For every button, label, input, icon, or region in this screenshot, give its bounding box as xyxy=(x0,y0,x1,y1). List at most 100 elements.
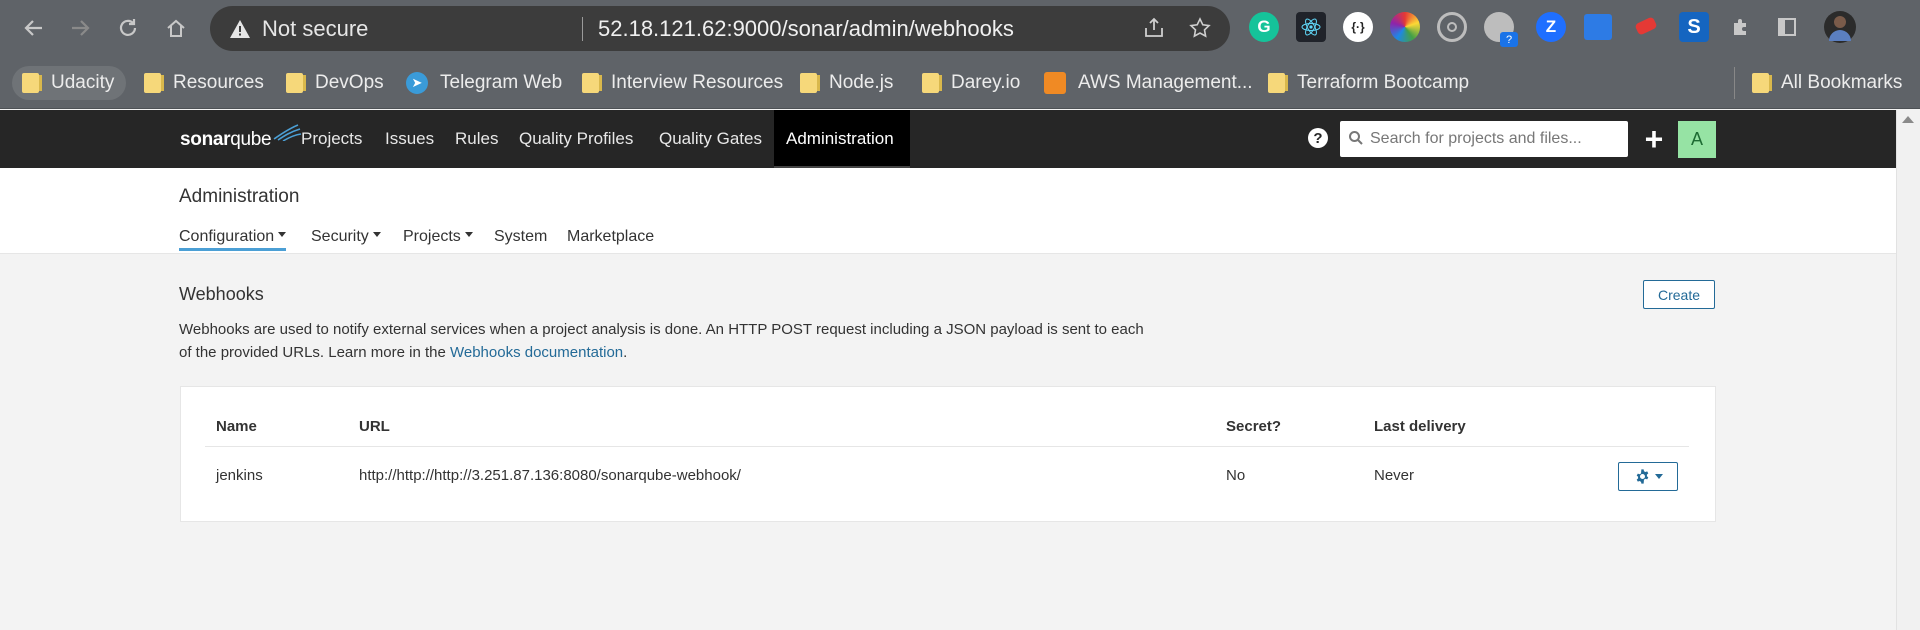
aws-cube-icon xyxy=(1044,72,1066,94)
webhooks-documentation-link[interactable]: Webhooks documentation xyxy=(450,344,623,361)
tab-label: System xyxy=(494,228,548,245)
column-header-url: URL xyxy=(359,418,390,435)
description-suffix: . xyxy=(623,344,628,361)
share-icon[interactable] xyxy=(1142,16,1166,47)
nav-quality-profiles[interactable]: Quality Profiles xyxy=(519,129,633,149)
back-icon[interactable] xyxy=(16,12,52,44)
webhooks-title: Webhooks xyxy=(179,284,264,304)
tab-projects[interactable]: Projects xyxy=(403,228,473,246)
forward-icon[interactable] xyxy=(62,12,98,44)
folder-icon xyxy=(1752,73,1772,93)
search-input[interactable] xyxy=(1370,127,1620,151)
tab-label: Security xyxy=(311,228,369,245)
bookmark-terraform-bootcamp[interactable]: Terraform Bootcamp xyxy=(1268,66,1469,100)
nav-issues[interactable]: Issues xyxy=(385,129,434,149)
bookmark-resources[interactable]: Resources xyxy=(144,66,264,100)
sonar-waves-icon xyxy=(273,124,302,141)
webhooks-table-card xyxy=(180,386,1716,522)
description-text: Webhooks are used to notify external ser… xyxy=(179,321,1144,361)
bookmark-label: Darey.io xyxy=(951,72,1021,93)
zoom-extension-icon[interactable]: Z xyxy=(1536,12,1566,42)
bookmark-label: Terraform Bootcamp xyxy=(1297,72,1470,93)
gear-icon xyxy=(1636,469,1648,484)
webhook-name: jenkins xyxy=(216,467,263,484)
grammarly-icon[interactable]: G xyxy=(1249,12,1279,42)
webhooks-description: Webhooks are used to notify external ser… xyxy=(179,318,1149,364)
color-picker-icon[interactable] xyxy=(1390,12,1420,42)
column-header-name: Name xyxy=(216,418,257,435)
page-title: Administration xyxy=(179,186,300,207)
tab-label: Configuration xyxy=(179,228,275,245)
bookmark-label: All Bookmarks xyxy=(1781,72,1903,93)
bookmark-udacity[interactable]: Udacity xyxy=(12,66,127,100)
omnibox-divider xyxy=(582,17,583,41)
home-icon[interactable] xyxy=(158,12,194,44)
security-label[interactable]: Not secure xyxy=(262,16,368,42)
page-scrollbar[interactable] xyxy=(1896,110,1920,630)
profile-avatar[interactable] xyxy=(1824,11,1856,43)
bookmark-nodejs[interactable]: Node.js xyxy=(800,66,893,100)
bookmark-telegram-web[interactable]: ➤ Telegram Web xyxy=(406,66,562,100)
caret-down-icon xyxy=(464,232,473,238)
eraser-extension-icon[interactable] xyxy=(1632,12,1662,42)
puzzle-icon[interactable] xyxy=(1726,12,1756,42)
create-webhook-button[interactable]: Create xyxy=(1643,280,1715,309)
url-text[interactable]: 52.18.121.62:9000/sonar/admin/webhooks xyxy=(598,16,1014,42)
caret-down-icon xyxy=(278,232,287,238)
target-extension-icon[interactable] xyxy=(1437,12,1467,42)
caret-down-icon xyxy=(1654,474,1663,479)
webhook-actions-button[interactable] xyxy=(1618,462,1678,491)
nav-quality-gates[interactable]: Quality Gates xyxy=(659,129,762,149)
scroll-up-icon[interactable] xyxy=(1902,116,1914,123)
logo-text-sonar: sonar xyxy=(180,129,231,150)
bookmark-label: Interview Resources xyxy=(611,72,784,93)
tab-marketplace[interactable]: Marketplace xyxy=(567,228,654,246)
nav-administration[interactable]: Administration xyxy=(786,129,894,149)
star-icon[interactable] xyxy=(1188,16,1212,47)
side-panel-icon[interactable] xyxy=(1772,12,1802,42)
bookmark-label: Udacity xyxy=(51,72,115,93)
webhook-url: http://http://http://3.251.87.136:8080/s… xyxy=(359,467,741,484)
extension-badge: ? xyxy=(1500,32,1518,47)
global-search[interactable] xyxy=(1340,121,1628,157)
react-devtools-icon[interactable] xyxy=(1296,12,1326,42)
search-icon xyxy=(1349,131,1363,145)
folder-icon xyxy=(800,73,820,93)
bookmark-devops[interactable]: DevOps xyxy=(286,66,384,100)
folder-icon xyxy=(582,73,602,93)
folder-icon xyxy=(1268,73,1288,93)
tab-label: Projects xyxy=(403,228,461,245)
nav-projects[interactable]: Projects xyxy=(301,129,362,149)
address-bar[interactable]: Not secure 52.18.121.62:9000/sonar/admin… xyxy=(210,6,1230,51)
json-viewer-icon[interactable]: {·} xyxy=(1343,12,1373,42)
tab-configuration[interactable]: Configuration xyxy=(179,228,287,251)
window-extension-icon[interactable] xyxy=(1584,14,1612,40)
warning-icon[interactable] xyxy=(228,17,252,41)
nav-rules[interactable]: Rules xyxy=(455,129,498,149)
bookmark-label: Node.js xyxy=(829,72,894,93)
column-header-secret: Secret? xyxy=(1226,418,1282,435)
folder-icon xyxy=(286,73,306,93)
folder-icon xyxy=(144,73,164,93)
telegram-icon: ➤ xyxy=(406,72,428,94)
bookmark-interview-resources[interactable]: Interview Resources xyxy=(582,66,783,100)
s-extension-icon[interactable]: S xyxy=(1679,12,1709,42)
bookmarks-divider xyxy=(1734,67,1735,99)
user-avatar[interactable]: A xyxy=(1678,121,1716,158)
webhook-last-delivery: Never xyxy=(1374,467,1415,484)
column-header-last-delivery: Last delivery xyxy=(1374,418,1466,435)
create-menu-plus-icon[interactable]: + xyxy=(1640,119,1668,159)
bookmark-darey-io[interactable]: Darey.io xyxy=(922,66,1020,100)
webhook-secret: No xyxy=(1226,467,1246,484)
tab-system[interactable]: System xyxy=(494,228,547,246)
tab-security[interactable]: Security xyxy=(311,228,381,246)
help-icon[interactable]: ? xyxy=(1308,128,1328,148)
bookmark-label: AWS Management... xyxy=(1078,72,1253,93)
caret-down-icon xyxy=(372,232,381,238)
all-bookmarks[interactable]: All Bookmarks xyxy=(1752,66,1902,100)
sonarqube-logo[interactable]: sonarqube xyxy=(180,124,302,151)
logo-text-qube: qube xyxy=(230,129,272,150)
reload-icon[interactable] xyxy=(110,12,146,44)
bookmark-aws-management[interactable]: AWS Management... xyxy=(1044,66,1253,100)
folder-icon xyxy=(922,73,942,93)
